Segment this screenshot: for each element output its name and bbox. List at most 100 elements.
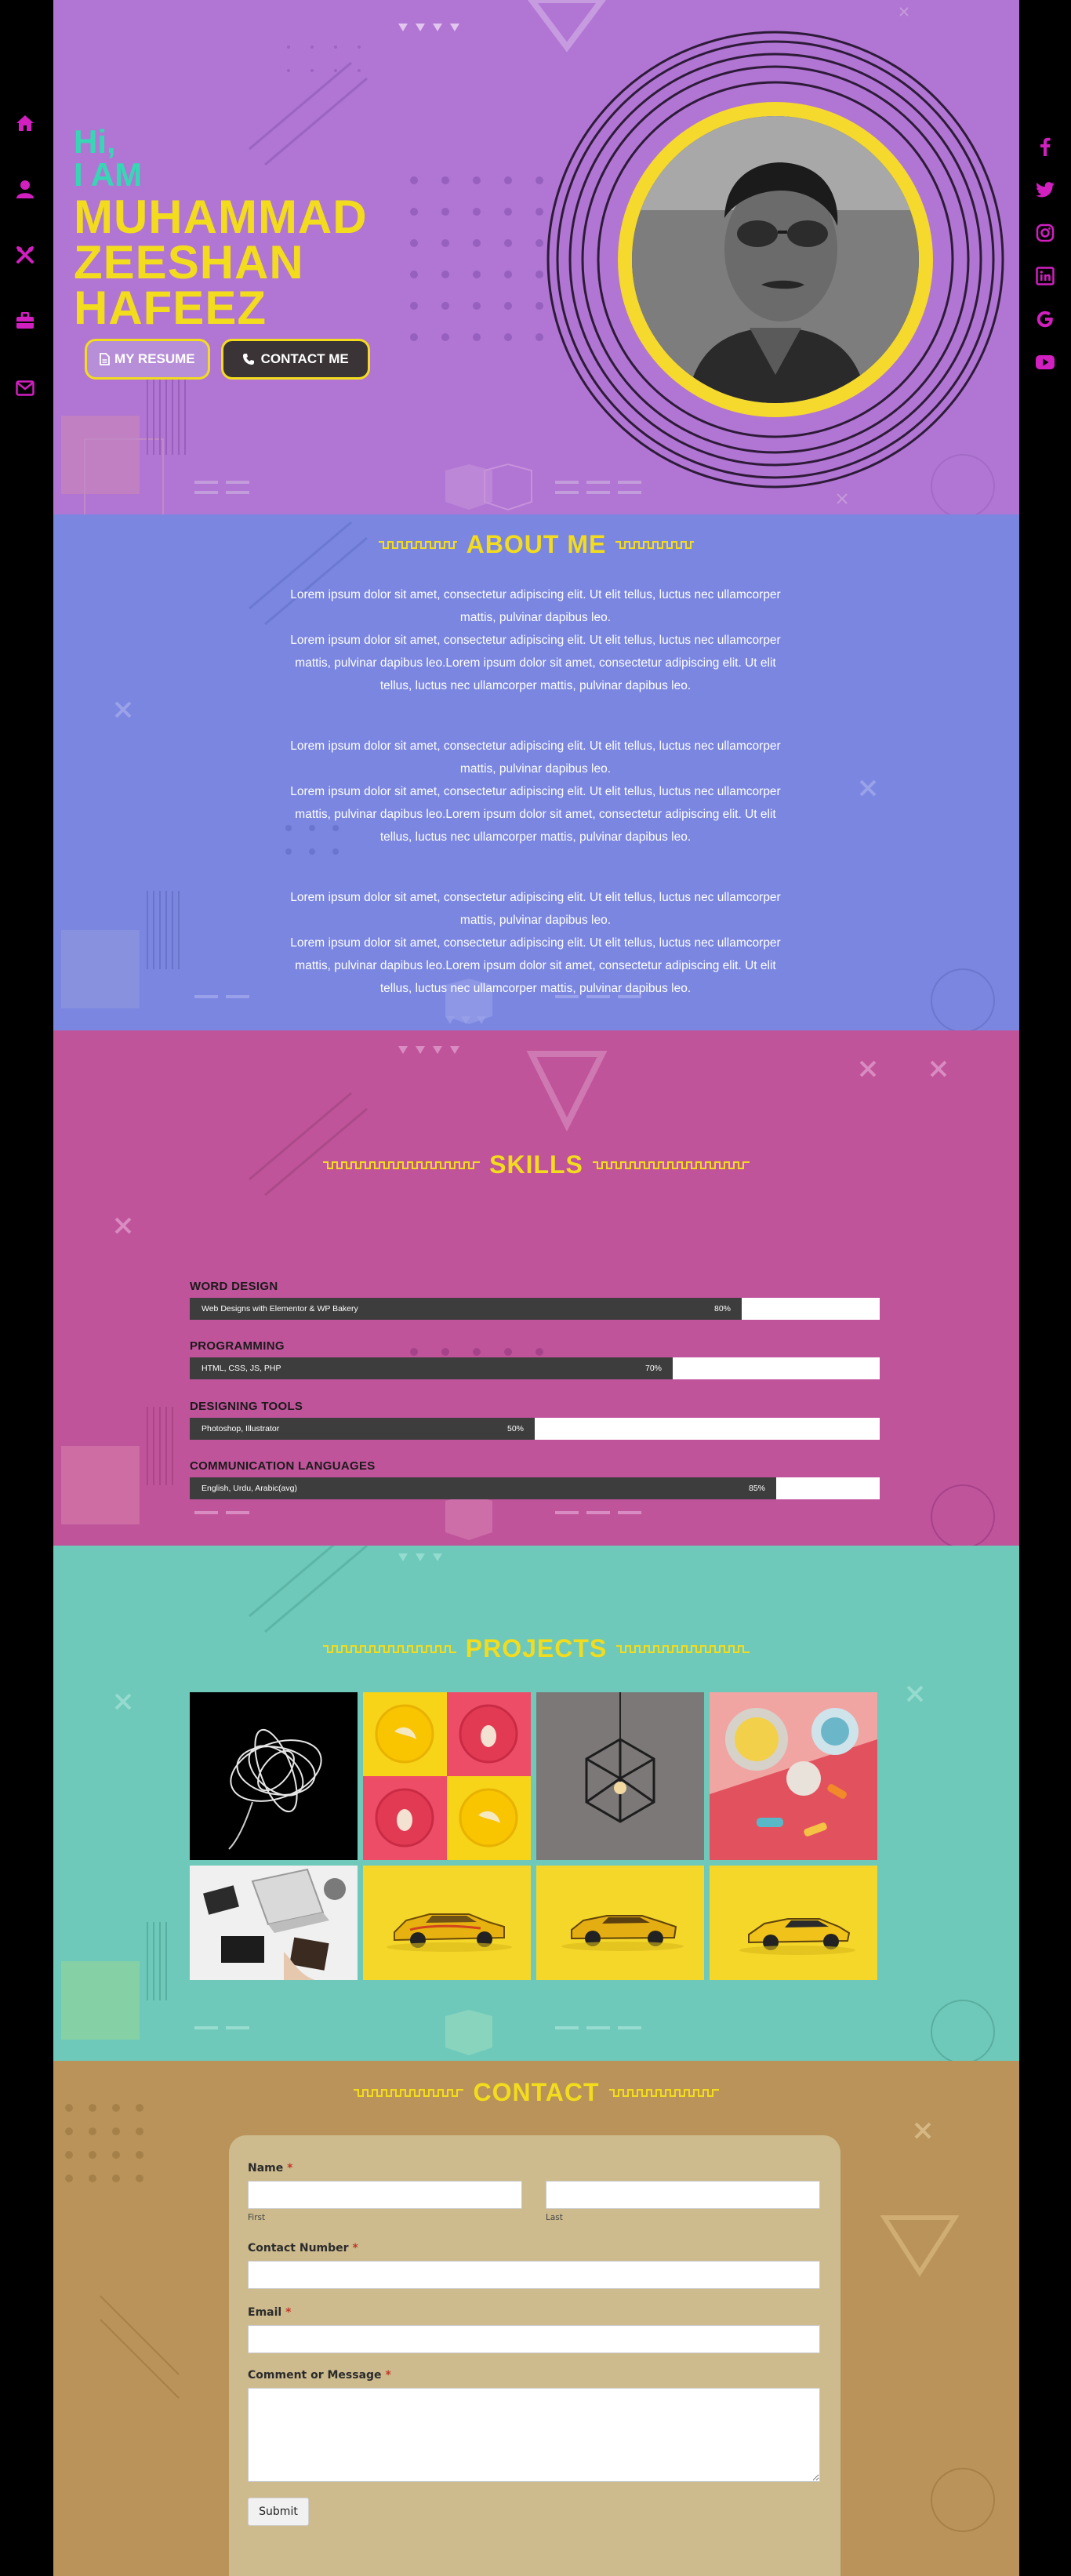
skill-description: Photoshop, Illustrator — [201, 1424, 280, 1433]
skill-label: DESIGNING TOOLS — [190, 1400, 303, 1413]
about-title: ABOUT ME — [466, 530, 607, 558]
first-sub-label: First — [248, 2213, 266, 2222]
name-label: Name * — [248, 2162, 293, 2175]
project-tile-yellow-toy-car-3[interactable] — [710, 1866, 877, 1980]
submit-button[interactable]: Submit — [248, 2498, 309, 2526]
project-tile-geometric-lamp[interactable] — [536, 1692, 704, 1860]
zigzag-decoration-right — [616, 1644, 750, 1653]
file-icon — [100, 353, 110, 365]
skill-description: Web Designs with Elementor & WP Bakery — [201, 1304, 358, 1313]
hero-name-line3: HAFEEZ — [74, 282, 267, 334]
projects-title: PROJECTS — [465, 1634, 608, 1662]
skill-progress-fill: English, Urdu, Arabic(avg) 85% — [190, 1477, 776, 1499]
phone-icon — [242, 354, 254, 365]
email-label: Email * — [248, 2306, 292, 2319]
contact-number-input[interactable] — [248, 2261, 820, 2289]
zigzag-decoration-left — [354, 2088, 464, 2097]
zigzag-decoration-right — [615, 540, 695, 549]
home-icon[interactable] — [14, 112, 36, 134]
message-textarea[interactable] — [248, 2388, 820, 2482]
skill-item: COMMUNICATION LANGUAGES English, Urdu, Ar… — [190, 1459, 880, 1499]
skill-progress-track: Web Designs with Elementor & WP Bakery 80… — [190, 1298, 880, 1320]
zigzag-decoration-right — [608, 2088, 719, 2097]
left-nav — [0, 0, 53, 2576]
page: Hi, I AM MUHAMMAD ZEESHAN HAFEEZ MY RESU… — [0, 0, 1071, 2576]
message-label: Comment or Message * — [248, 2369, 391, 2382]
project-tile-colorful-bowls[interactable] — [710, 1692, 877, 1860]
skill-progress-fill: HTML, CSS, JS, PHP 70% — [190, 1357, 673, 1379]
about-section: ABOUT ME Lorem ipsum dolor sit amet, con… — [53, 514, 1019, 1030]
hero-section: Hi, I AM MUHAMMAD ZEESHAN HAFEEZ MY RESU… — [53, 0, 1019, 514]
zigzag-decoration-left — [322, 1644, 456, 1653]
tools-icon[interactable] — [14, 244, 36, 266]
skills-title: SKILLS — [489, 1150, 583, 1179]
skill-description: HTML, CSS, JS, PHP — [201, 1364, 281, 1373]
skill-description: English, Urdu, Arabic(avg) — [201, 1484, 297, 1493]
contact-title: CONTACT — [473, 2078, 600, 2106]
skill-label: COMMUNICATION LANGUAGES — [190, 1459, 376, 1473]
resume-button-label: MY RESUME — [114, 351, 195, 366]
hero-greeting: Hi, — [74, 123, 116, 160]
contact-me-button-label: CONTACT ME — [260, 351, 349, 366]
last-name-input[interactable] — [546, 2181, 820, 2209]
about-heading: ABOUT ME — [53, 530, 1019, 559]
skill-percent: 70% — [644, 1364, 662, 1373]
project-tile-yellow-toy-car-1[interactable] — [363, 1866, 531, 1980]
first-name-input[interactable] — [248, 2181, 522, 2209]
skill-progress-fill: Photoshop, Illustrator 50% — [190, 1418, 535, 1440]
hero-heading: Hi, I AM MUHAMMAD ZEESHAN HAFEEZ — [74, 123, 368, 334]
resume-button[interactable]: MY RESUME — [85, 339, 210, 380]
about-paragraph-3: Lorem ipsum dolor sit amet, consectetur … — [281, 886, 790, 1000]
skill-progress-track: Photoshop, Illustrator 50% — [190, 1418, 880, 1440]
youtube-icon[interactable] — [1035, 352, 1055, 372]
project-tile-desk-workspace[interactable] — [190, 1866, 358, 1980]
contact-heading: CONTACT — [53, 2078, 1019, 2107]
skill-item: DESIGNING TOOLS Photoshop, Illustrator 50% — [190, 1400, 880, 1440]
about-paragraph-line: Lorem ipsum dolor sit amet, consectetur … — [290, 891, 781, 927]
projects-section: PROJECTS — [53, 1546, 1019, 2061]
project-tile-fruit-plates[interactable] — [363, 1692, 531, 1860]
about-paragraph-line: Lorem ipsum dolor sit amet, consectetur … — [290, 739, 781, 776]
project-tile-yellow-toy-car-2[interactable] — [536, 1866, 704, 1980]
profile-photo-frame — [618, 102, 933, 417]
skill-item: WORD DESIGN Web Designs with Elementor & … — [190, 1280, 880, 1320]
last-sub-label: Last — [546, 2213, 563, 2222]
about-paragraph-line: Lorem ipsum dolor sit amet, consectetur … — [290, 588, 781, 624]
about-paragraph-line: Lorem ipsum dolor sit amet, consectetur … — [290, 936, 781, 995]
briefcase-icon[interactable] — [14, 310, 36, 332]
instagram-icon[interactable] — [1035, 223, 1055, 243]
project-tile-white-sculpture[interactable] — [190, 1692, 358, 1860]
hero-buttons: MY RESUME CONTACT ME — [85, 339, 370, 380]
facebook-icon[interactable] — [1035, 136, 1055, 157]
linkedin-icon[interactable] — [1035, 266, 1055, 286]
skills-heading: SKILLS — [53, 1150, 1019, 1179]
contact-form: Name * First Last Contact Number * Email… — [229, 2135, 840, 2576]
profile-photo — [632, 116, 919, 403]
skill-item: PROGRAMMING HTML, CSS, JS, PHP 70% — [190, 1339, 880, 1379]
contact-me-button[interactable]: CONTACT ME — [220, 339, 370, 380]
hero-name-line1: MUHAMMAD — [74, 191, 368, 243]
zigzag-decoration-left — [323, 1161, 481, 1169]
about-paragraph-line: Lorem ipsum dolor sit amet, consectetur … — [290, 785, 781, 844]
skill-percent: 80% — [713, 1304, 731, 1313]
google-icon[interactable] — [1035, 309, 1055, 329]
contact-number-label: Contact Number * — [248, 2242, 358, 2254]
twitter-icon[interactable] — [1035, 180, 1055, 200]
skill-progress-track: English, Urdu, Arabic(avg) 85% — [190, 1477, 880, 1499]
skill-progress-track: HTML, CSS, JS, PHP 70% — [190, 1357, 880, 1379]
about-paragraph-1: Lorem ipsum dolor sit amet, consectetur … — [281, 583, 790, 697]
projects-heading: PROJECTS — [53, 1634, 1019, 1663]
skills-section: SKILLS WORD DESIGN Web Designs with Eleme… — [53, 1030, 1019, 1546]
zigzag-decoration-right — [592, 1161, 750, 1169]
skill-label: WORD DESIGN — [190, 1280, 278, 1293]
user-icon[interactable] — [14, 178, 36, 200]
main-content: Hi, I AM MUHAMMAD ZEESHAN HAFEEZ MY RESU… — [53, 0, 1019, 2576]
email-input[interactable] — [248, 2325, 820, 2353]
contact-section: CONTACT Name * First Last Contact Number… — [53, 2061, 1019, 2576]
skill-percent: 50% — [506, 1424, 524, 1433]
skill-percent: 85% — [748, 1484, 765, 1493]
hero-name-line2: ZEESHAN — [74, 236, 304, 289]
social-nav — [1019, 0, 1071, 2576]
envelope-icon[interactable] — [14, 377, 36, 399]
about-paragraph-2: Lorem ipsum dolor sit amet, consectetur … — [281, 735, 790, 848]
